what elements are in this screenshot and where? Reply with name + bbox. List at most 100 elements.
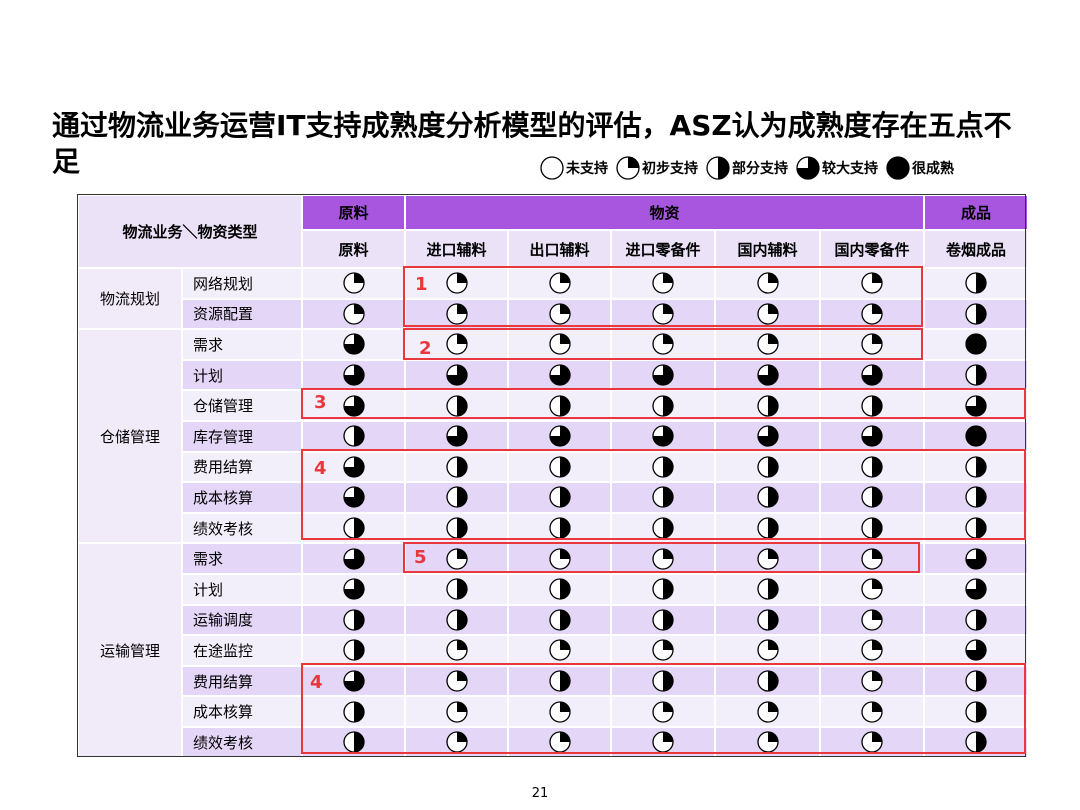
maturity-cell [819, 328, 925, 361]
maturity-cell [507, 358, 612, 392]
maturity-cell [301, 328, 406, 361]
maturity-cell [923, 358, 1029, 392]
harvey-ball-icon [548, 456, 571, 478]
column-header: 出口辅料 [507, 229, 612, 269]
table-row: 运输管理 需求 [77, 542, 1029, 759]
maturity-cell [404, 603, 509, 637]
category-label: 仓储管理 [77, 328, 183, 545]
harvey-ball-icon [445, 639, 468, 662]
harvey-ball-icon [861, 395, 883, 417]
table-row: 仓储管理 需求 [77, 328, 1029, 545]
maturity-cell [714, 572, 821, 606]
table-row: 成本核算 [78, 481, 1029, 514]
row-label: 费用结算 [181, 450, 303, 484]
harvey-ball-icon [965, 425, 987, 447]
harvey-ball-icon [342, 517, 365, 539]
harvey-ball-icon [342, 272, 365, 294]
maturity-cell [610, 389, 716, 422]
row-label: 绩效考核 [181, 725, 303, 759]
maturity-cell [301, 481, 406, 514]
maturity-cell [404, 634, 509, 667]
maturity-cell [610, 572, 716, 606]
column-header: 卷烟成品 [923, 229, 1029, 269]
harvey-ball-icon [965, 700, 987, 723]
maturity-cell [923, 328, 1029, 361]
maturity-cell [819, 481, 925, 514]
maturity-cell [404, 297, 509, 331]
harvey-ball-icon [861, 670, 883, 692]
harvey-ball-icon [548, 609, 571, 631]
highlight-number-4a: 4 [314, 458, 327, 479]
legend-item: 较大支持 [796, 156, 878, 180]
maturity-cell [610, 542, 716, 575]
maturity-cell [404, 450, 509, 484]
harvey-ball-icon [548, 364, 571, 386]
maturity-cell [923, 481, 1029, 514]
maturity-cell [301, 725, 406, 759]
harvey-ball-icon [445, 578, 468, 600]
harvey-ball-icon [548, 486, 571, 509]
harvey-ball-icon [652, 364, 674, 386]
maturity-cell [404, 725, 509, 759]
table-row: 费用结算 [78, 450, 1029, 484]
harvey-ball-icon [861, 333, 883, 356]
maturity-cell [923, 389, 1029, 422]
row-label: 计划 [181, 358, 303, 392]
harvey-ball-icon [861, 700, 883, 723]
legend-label: 较大支持 [822, 161, 878, 177]
harvey-ball-icon [342, 731, 365, 753]
harvey-ball-icon [756, 425, 779, 447]
maturity-cell [610, 695, 716, 728]
row-label: 在途监控 [181, 634, 303, 667]
maturity-cell [404, 572, 509, 606]
table-row: 绩效考核 [78, 511, 1029, 545]
harvey-ball-icon [342, 395, 365, 417]
maturity-cell [507, 542, 612, 575]
maturity-cell [507, 267, 612, 300]
maturity-cell [819, 267, 925, 300]
harvey-ball-icon [445, 456, 468, 478]
maturity-cell [301, 297, 406, 331]
harvey-ball-icon [652, 700, 674, 723]
harvey-ball-icon [342, 425, 365, 447]
harvey-ball-icon [652, 272, 674, 294]
harvey-ball-icon [445, 395, 468, 417]
harvey-ball-icon [861, 425, 883, 447]
harvey-ball-icon [796, 156, 820, 180]
harvey-ball-icon [861, 456, 883, 478]
maturity-cell [819, 511, 925, 545]
harvey-ball-icon [861, 272, 883, 294]
maturity-cell [610, 297, 716, 331]
harvey-ball-icon [652, 303, 674, 325]
maturity-cell [714, 603, 821, 637]
maturity-cell [714, 389, 821, 422]
harvey-ball-icon [861, 578, 883, 600]
harvey-ball-icon [756, 578, 779, 600]
category-label: 物流规划 [77, 266, 183, 331]
harvey-ball-icon [756, 456, 779, 478]
maturity-cell [714, 328, 821, 361]
harvey-ball-icon [706, 156, 730, 180]
table-row: 成本核算 [78, 695, 1029, 728]
harvey-ball-icon [965, 272, 987, 294]
harvey-ball-icon [652, 486, 674, 509]
harvey-ball-icon [342, 303, 365, 325]
maturity-cell [507, 695, 612, 728]
harvey-ball-icon [756, 333, 779, 356]
row-label: 成本核算 [181, 481, 303, 514]
harvey-ball-icon [652, 395, 674, 417]
harvey-ball-icon [756, 364, 779, 386]
table-row: 费用结算 [78, 664, 1029, 698]
harvey-ball-icon [548, 639, 571, 662]
maturity-cell [923, 511, 1029, 545]
row-label: 需求 [181, 542, 303, 575]
harvey-ball-icon [342, 670, 365, 692]
maturity-cell [714, 297, 821, 331]
maturity-cell [923, 572, 1029, 606]
maturity-cell [923, 634, 1029, 667]
table-row: 计划 [78, 572, 1029, 606]
harvey-ball-icon [342, 333, 365, 356]
maturity-cell [714, 511, 821, 545]
legend-label: 很成熟 [912, 161, 954, 177]
harvey-ball-icon [756, 395, 779, 417]
